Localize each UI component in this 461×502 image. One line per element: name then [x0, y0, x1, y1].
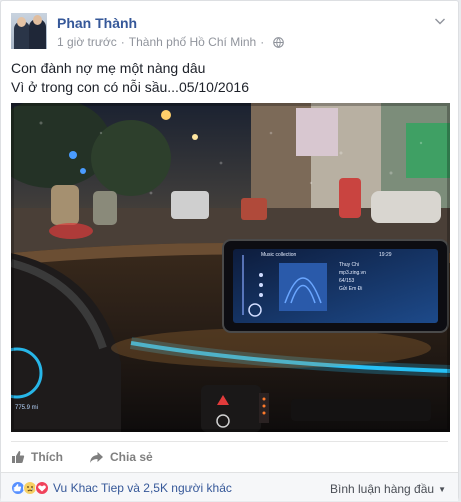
like-label: Thích	[31, 450, 63, 464]
screen-clock: 19:29	[379, 252, 392, 258]
reactions-footer: Vu Khac Tiep và 2,5K người khác Bình luậ…	[1, 472, 458, 501]
thumbs-up-icon	[12, 451, 25, 463]
reactions-summary[interactable]: Vu Khac Tiep và 2,5K người khác	[11, 481, 232, 495]
reactions-text[interactable]: Vu Khac Tiep và 2,5K người khác	[53, 481, 232, 495]
love-react-icon	[35, 481, 49, 495]
post-timestamp[interactable]: 1 giờ trước	[57, 35, 117, 49]
post-meta: 1 giờ trước · Thành phố Hồ Chí Minh ·	[57, 35, 285, 49]
post-text-line-2: Vì ở trong con có nỗi sầu...05/10/2016	[11, 79, 250, 95]
post-card: Phan Thành 1 giờ trước · Thành phố Hồ Ch…	[0, 0, 459, 501]
share-button[interactable]: Chia sẻ	[89, 450, 153, 464]
screen-artist: Thuy Chi	[339, 262, 359, 268]
divider	[11, 441, 448, 442]
post-photo[interactable]: 775.9 mi Music collection 19:29 Thuy Chi…	[11, 103, 450, 432]
comment-order-dropdown[interactable]: Bình luận hàng đầu ▼	[330, 482, 446, 496]
like-button[interactable]: Thích	[11, 450, 63, 464]
meta-separator-2: ·	[260, 35, 265, 49]
post-text-line-1: Con đành nợ mẹ một nàng dâu	[11, 60, 206, 76]
globe-icon[interactable]	[273, 36, 285, 48]
screen-source: mp3.zing.vn	[339, 270, 366, 276]
screen-track-title: Gửi Em Đi	[339, 285, 362, 292]
caret-down-icon: ▼	[438, 484, 446, 494]
screen-track-count: 64/153	[339, 278, 355, 284]
share-label: Chia sẻ	[110, 450, 153, 464]
screen-title: Music collection	[261, 252, 297, 258]
post-text: Con đành nợ mẹ một nàng dâu Vì ở trong c…	[11, 59, 448, 97]
post-header: Phan Thành 1 giờ trước · Thành phố Hồ Ch…	[11, 13, 448, 53]
avatar[interactable]	[11, 13, 47, 49]
post-location[interactable]: Thành phố Hồ Chí Minh	[129, 35, 256, 49]
share-arrow-icon	[90, 451, 103, 463]
author-name[interactable]: Phan Thành	[57, 15, 137, 31]
chevron-down-icon[interactable]	[434, 15, 446, 27]
car-interior-photo: 775.9 mi Music collection 19:29 Thuy Chi…	[11, 103, 450, 432]
action-bar: Thích Chia sẻ	[11, 444, 448, 470]
meta-separator: ·	[120, 35, 125, 49]
comment-order-label: Bình luận hàng đầu	[329, 482, 435, 496]
odometer-text: 775.9 mi	[15, 405, 38, 411]
